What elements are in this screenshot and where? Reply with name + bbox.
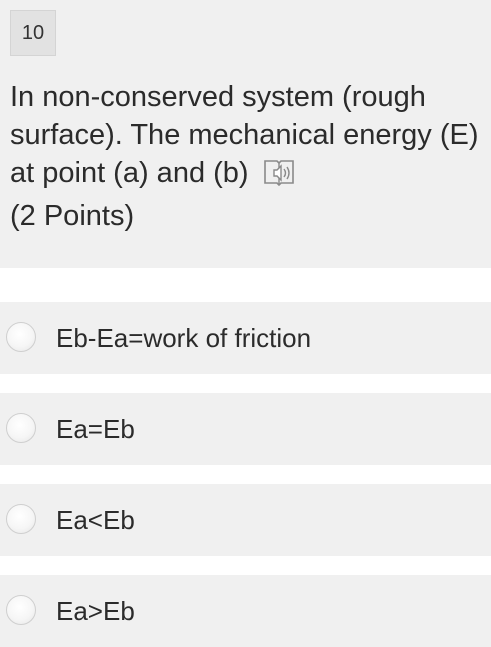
question-text-line-2: surface). The mechanical energy (E): [10, 119, 479, 151]
question-text-line-1: In non-conserved system (rough: [10, 81, 426, 113]
immersive-reader-icon[interactable]: [263, 157, 297, 197]
question-text-line-3: at point (a) and (b): [10, 157, 249, 189]
answer-option-label: Ea<Eb: [56, 505, 135, 535]
radio-button[interactable]: [6, 413, 36, 443]
radio-button[interactable]: [6, 504, 36, 534]
answer-option-2[interactable]: Ea=Eb: [0, 393, 491, 465]
answer-option-4[interactable]: Ea>Eb: [0, 575, 491, 647]
answer-option-label: Ea=Eb: [56, 414, 135, 444]
answer-option-label: Ea>Eb: [56, 596, 135, 626]
answer-option-label: Eb-Ea=work of friction: [56, 323, 312, 353]
question-title: In non-conserved system (rough surface).…: [10, 78, 488, 235]
radio-button[interactable]: [6, 595, 36, 625]
answer-option-3[interactable]: Ea<Eb: [0, 484, 491, 556]
radio-button[interactable]: [6, 322, 36, 352]
question-block: 10 In non-conserved system (rough surfac…: [0, 0, 491, 268]
question-points: (2 Points): [10, 200, 135, 232]
question-number-badge: 10: [10, 10, 56, 56]
question-text-line-3-wrap: at point (a) and (b): [10, 154, 488, 197]
answer-option-1[interactable]: Eb-Ea=work of friction: [0, 302, 491, 374]
